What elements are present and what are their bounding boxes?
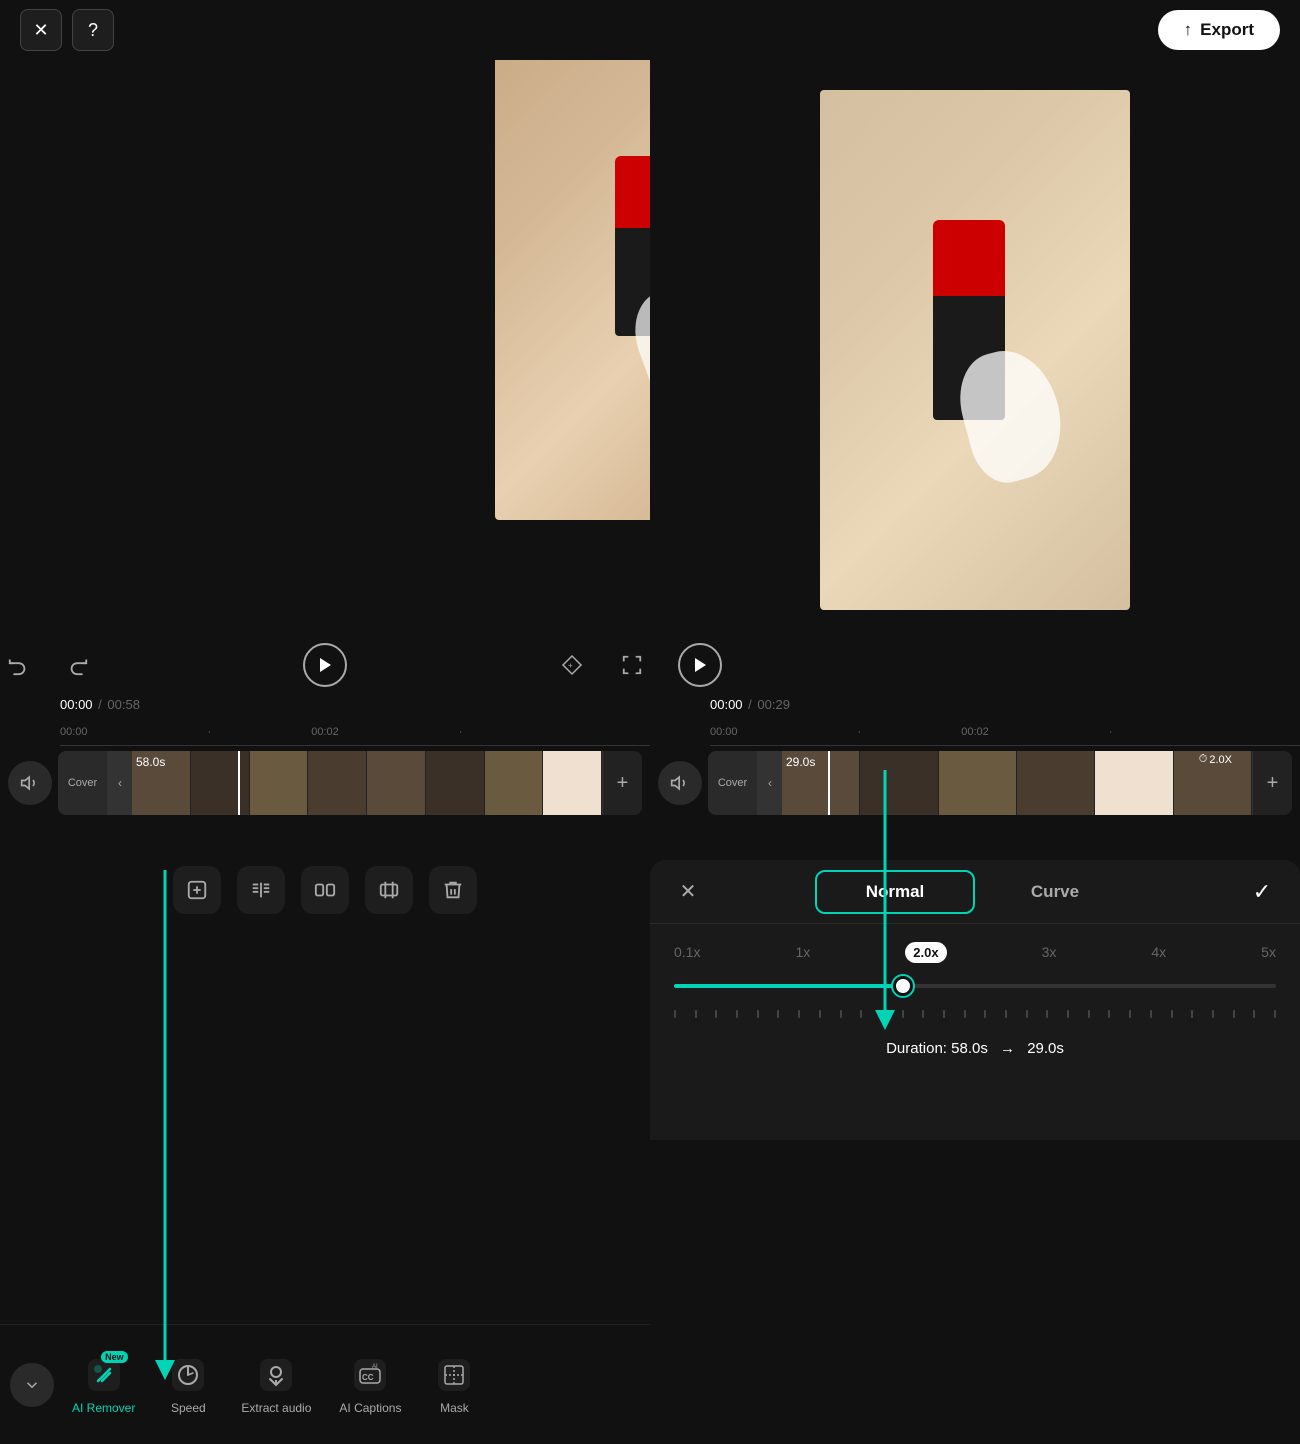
time-display-left: 00:00 / 00:58 [0, 690, 650, 718]
speed-current-label: 2.0x [905, 944, 946, 960]
total-time-left: 00:58 [107, 697, 140, 712]
volume-button-left[interactable] [8, 761, 52, 805]
speed-panel-header: ✕ Normal Curve ✓ [650, 860, 1300, 924]
speed-tabs: Normal Curve [706, 870, 1244, 914]
speed-confirm-button[interactable]: ✓ [1244, 874, 1280, 910]
time-display-right: 00:00 / 00:29 [650, 690, 1300, 718]
track-add-right[interactable]: + [1252, 751, 1292, 815]
duration-to: 29.0s [1027, 1040, 1064, 1057]
nav-items: New AI Remover Speed [62, 1347, 640, 1423]
ai-remover-label: AI Remover [72, 1401, 135, 1415]
export-label: Export [1200, 20, 1254, 40]
fullscreen-button[interactable] [614, 647, 650, 683]
nav-item-ai-remover[interactable]: New AI Remover [62, 1347, 145, 1423]
tab-curve[interactable]: Curve [975, 870, 1135, 914]
ai-remover-icon: New [84, 1355, 124, 1395]
playhead-left [238, 751, 240, 815]
speed-track [674, 984, 1276, 988]
speed-slider-area: 0.1x 1x 2.0x 3x 4x 5x [650, 924, 1300, 1028]
video-frame-right [820, 90, 1130, 610]
speed-bubble: 2.0x [905, 942, 946, 963]
speed-panel: ✕ Normal Curve ✓ 0.1x 1x 2.0x 3x 4x 5x [650, 860, 1300, 1140]
add-clip-button[interactable] [173, 866, 221, 914]
mask-icon [434, 1355, 474, 1395]
timeline-right: 00:00 / 00:29 00:00 · 00:02 · Cover ‹ [650, 690, 1300, 820]
ruler-left: 00:00 · 00:02 · [0, 718, 650, 746]
split-button[interactable] [237, 866, 285, 914]
ruler-right: 00:00 · 00:02 · [650, 718, 1300, 746]
close-button[interactable]: ✕ [20, 9, 62, 51]
nav-item-speed[interactable]: Speed [153, 1347, 223, 1423]
speed-ticks [674, 1010, 1276, 1018]
controls-left: + [0, 640, 650, 690]
help-button[interactable]: ? [72, 9, 114, 51]
nav-item-ai-captions[interactable]: CC AI AI Captions [329, 1347, 411, 1423]
speed-label: Speed [171, 1401, 206, 1415]
trim-button[interactable] [301, 866, 349, 914]
track-container-left[interactable]: Cover ‹ 58.0s + [58, 751, 642, 815]
video-thumbnail-right [820, 90, 1130, 610]
track-frames-right [782, 751, 1252, 815]
speed-thumb[interactable] [893, 976, 913, 996]
speed-track-fill [674, 984, 903, 988]
speed-labels: 0.1x 1x 2.0x 3x 4x 5x [674, 944, 1276, 960]
svg-text:+: + [568, 661, 573, 670]
speed-close-button[interactable]: ✕ [670, 874, 706, 910]
svg-text:AI: AI [372, 1364, 378, 1370]
delete-button[interactable] [429, 866, 477, 914]
export-button[interactable]: ↑ Export [1158, 10, 1280, 50]
speed-badge-track: ⏱ 2.0X [1199, 753, 1232, 766]
track-frames-left [132, 751, 602, 815]
controls-right [650, 640, 750, 690]
speed-icon [168, 1355, 208, 1395]
duration-text: Duration: 58.0s → 29.0s [650, 1040, 1300, 1057]
redo-button[interactable] [60, 647, 96, 683]
track-arrow-right[interactable]: ‹ [758, 751, 782, 815]
tab-normal[interactable]: Normal [815, 870, 975, 914]
top-bar: ✕ ? ↑ Export [0, 0, 1300, 60]
mask-label: Mask [440, 1401, 469, 1415]
ai-captions-icon: CC AI [350, 1355, 390, 1395]
duration-from: 58.0s [951, 1040, 988, 1057]
volume-button-right[interactable] [658, 761, 702, 805]
undo-button[interactable] [0, 647, 36, 683]
bottom-nav: New AI Remover Speed [0, 1324, 650, 1444]
cover-label-left: Cover [58, 751, 108, 815]
track-container-right[interactable]: Cover ‹ 29.0s ⏱ 2.0X + [708, 751, 1292, 815]
crop-button[interactable] [365, 866, 413, 914]
play-button-right[interactable] [678, 643, 722, 687]
track-area-right: Cover ‹ 29.0s ⏱ 2.0X + [650, 746, 1300, 820]
preview-right [650, 60, 1300, 640]
diamond-button[interactable]: + [554, 647, 590, 683]
new-badge: New [101, 1351, 128, 1363]
track-add-left[interactable]: + [602, 751, 642, 815]
edit-toolbar [173, 866, 477, 914]
nav-item-mask[interactable]: Mask [419, 1347, 489, 1423]
export-icon: ↑ [1184, 20, 1193, 40]
extract-audio-label: Extract audio [241, 1401, 311, 1415]
svg-text:CC: CC [362, 1373, 374, 1382]
play-button-left[interactable] [303, 643, 347, 687]
extract-audio-icon [256, 1355, 296, 1395]
track-area-left: Cover ‹ 58.0s + [0, 746, 650, 820]
playhead-right [828, 751, 830, 815]
track-arrow-left[interactable]: ‹ [108, 751, 132, 815]
nav-toggle-button[interactable] [10, 1363, 54, 1407]
cover-label-right: Cover [708, 751, 758, 815]
timeline-left: 00:00 / 00:58 00:00 · 00:02 · Cover ‹ [0, 690, 650, 820]
current-time-left: 00:00 [60, 697, 93, 712]
nav-item-extract-audio[interactable]: Extract audio [231, 1347, 321, 1423]
speed-track-wrap[interactable] [674, 968, 1276, 1004]
track-duration-right: 29.0s [786, 755, 815, 769]
track-duration-left: 58.0s [136, 755, 165, 769]
ai-captions-label: AI Captions [339, 1401, 401, 1415]
edit-toolbar-area [0, 820, 650, 960]
